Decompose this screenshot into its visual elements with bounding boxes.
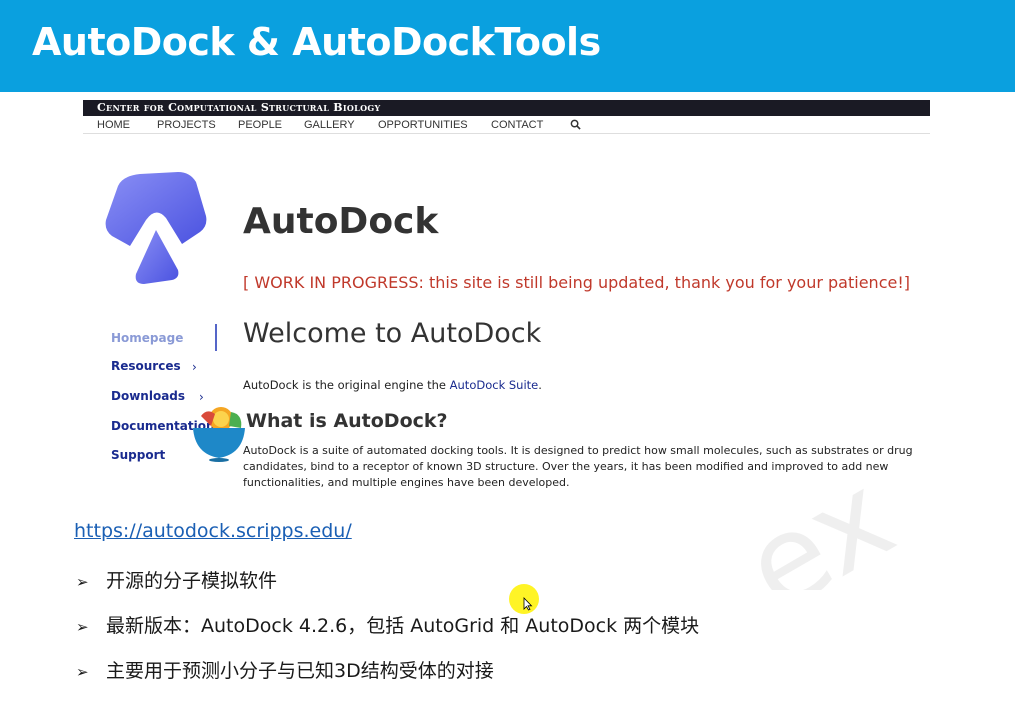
fruit-bowl-icon — [193, 407, 245, 462]
chevron-right-icon[interactable]: › — [199, 390, 204, 404]
bullet-item: ➢ 最新版本：AutoDock 4.2.6，包括 AutoGrid 和 AutoD… — [76, 611, 699, 638]
autodock-logo — [105, 172, 207, 284]
nav-contact[interactable]: CONTACT — [491, 119, 543, 131]
wip-notice: [ WORK IN PROGRESS: this site is still b… — [243, 273, 910, 292]
mouse-cursor-icon — [523, 597, 533, 611]
bullet-arrow-icon: ➢ — [76, 573, 89, 591]
sidebar-item-homepage[interactable]: Homepage — [111, 331, 183, 345]
bullet-arrow-icon: ➢ — [76, 663, 89, 681]
what-is-heading: What is AutoDock? — [246, 410, 448, 432]
nav-gallery[interactable]: GALLERY — [304, 119, 355, 131]
bullet-text: 最新版本：AutoDock 4.2.6，包括 AutoGrid 和 AutoDo… — [106, 615, 700, 637]
site-banner-text: Center for Computational Structural Biol… — [97, 101, 381, 114]
autodock-url-link[interactable]: https://autodock.scripps.edu/ — [74, 520, 352, 542]
slide-header: AutoDock & AutoDockTools — [0, 0, 1015, 92]
intro-text-end: . — [538, 378, 542, 392]
sidebar-item-resources[interactable]: Resources — [111, 359, 181, 373]
slide-title: AutoDock & AutoDockTools — [32, 20, 601, 64]
description-line: AutoDock is a suite of automated docking… — [243, 444, 913, 457]
autodock-suite-link[interactable]: AutoDock Suite — [450, 378, 539, 392]
nav-home[interactable]: HOME — [97, 119, 130, 131]
description-line: candidates, bind to a receptor of known … — [243, 460, 889, 473]
active-indicator — [215, 324, 217, 351]
bullet-text: 主要用于预测小分子与已知3D结构受体的对接 — [106, 660, 494, 682]
description-line: functionalities, and multiple engines ha… — [243, 476, 570, 489]
nav-projects[interactable]: PROJECTS — [157, 119, 216, 131]
intro-text-start: AutoDock is the original engine the — [243, 378, 450, 392]
sidebar-item-support[interactable]: Support — [111, 448, 165, 462]
site-banner: Center for Computational Structural Biol… — [83, 100, 930, 116]
site-nav: HOME PROJECTS PEOPLE GALLERY OPPORTUNITI… — [83, 116, 930, 134]
bullet-text: 开源的分子模拟软件 — [106, 570, 278, 592]
welcome-heading: Welcome to AutoDock — [243, 318, 542, 349]
bullet-arrow-icon: ➢ — [76, 618, 89, 636]
description: AutoDock is a suite of automated docking… — [243, 443, 923, 491]
nav-opportunities[interactable]: OPPORTUNITIES — [378, 119, 468, 131]
bullet-item: ➢ 主要用于预测小分子与已知3D结构受体的对接 — [76, 656, 494, 683]
intro-text: AutoDock is the original engine the Auto… — [243, 378, 542, 392]
search-icon[interactable] — [570, 119, 581, 130]
sidebar-item-downloads[interactable]: Downloads — [111, 389, 185, 403]
chevron-right-icon[interactable]: › — [192, 360, 197, 374]
nav-people[interactable]: PEOPLE — [238, 119, 282, 131]
page-heading: AutoDock — [243, 201, 439, 242]
bullet-item: ➢ 开源的分子模拟软件 — [76, 566, 277, 593]
